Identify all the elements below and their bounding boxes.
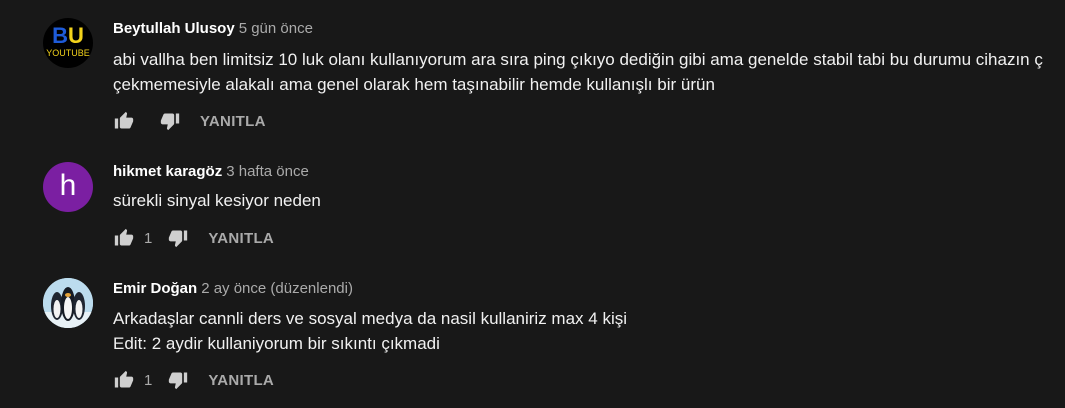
comment-actions: 1 YANITLA (112, 226, 274, 250)
thumb-down-icon[interactable] (158, 109, 182, 133)
comments-section: BU YOUTUBE Beytullah Ulusoy 5 gün önce ab… (0, 0, 1065, 408)
comment-time[interactable]: 2 ay önce (düzenlendi) (201, 280, 353, 297)
comment-text-line: çekmemesiyle alakalı ama genel olarak he… (113, 75, 715, 94)
comment-header: Beytullah Ulusoy 5 gün önce (113, 20, 313, 38)
reply-button[interactable]: YANITLA (208, 230, 274, 247)
thumb-up-icon[interactable] (112, 226, 136, 250)
comment-text-line: sürekli sinyal kesiyor neden (113, 191, 321, 210)
like-count: 1 (144, 229, 153, 247)
author-name[interactable]: Emir Doğan (113, 280, 197, 297)
thumb-down-icon[interactable] (166, 226, 190, 250)
comment-time[interactable]: 3 hafta önce (226, 163, 309, 180)
reply-button[interactable]: YANITLA (208, 372, 274, 389)
author-name[interactable]: Beytullah Ulusoy (113, 20, 235, 37)
avatar[interactable]: h (43, 162, 93, 212)
comment-text-line: Edit: 2 aydir kullaniyorum bir sıkıntı ç… (113, 334, 440, 353)
avatar-logo-text: BU (52, 23, 84, 48)
comment-actions: 1 YANITLA (112, 368, 274, 392)
avatar-logo-subtext: YOUTUBE (46, 48, 90, 58)
comment-header: hikmet karagöz 3 hafta önce (113, 163, 309, 181)
reply-button[interactable]: YANITLA (200, 113, 266, 130)
author-name[interactable]: hikmet karagöz (113, 163, 222, 180)
avatar[interactable]: BU YOUTUBE (43, 18, 93, 68)
thumb-up-icon[interactable] (112, 109, 136, 133)
comment-text-line: Arkadaşlar cannli ders ve sosyal medya d… (113, 309, 627, 328)
comment-actions: YANITLA (112, 109, 266, 133)
thumb-up-icon[interactable] (112, 368, 136, 392)
comment-time[interactable]: 5 gün önce (239, 20, 313, 37)
penguins-icon (43, 278, 93, 328)
comment-text-line: abi vallha ben limitsiz 10 luk olanı kul… (113, 50, 1043, 69)
thumb-down-icon[interactable] (166, 368, 190, 392)
avatar[interactable] (43, 278, 93, 328)
comment-header: Emir Doğan 2 ay önce (düzenlendi) (113, 280, 353, 298)
like-count: 1 (144, 371, 153, 389)
